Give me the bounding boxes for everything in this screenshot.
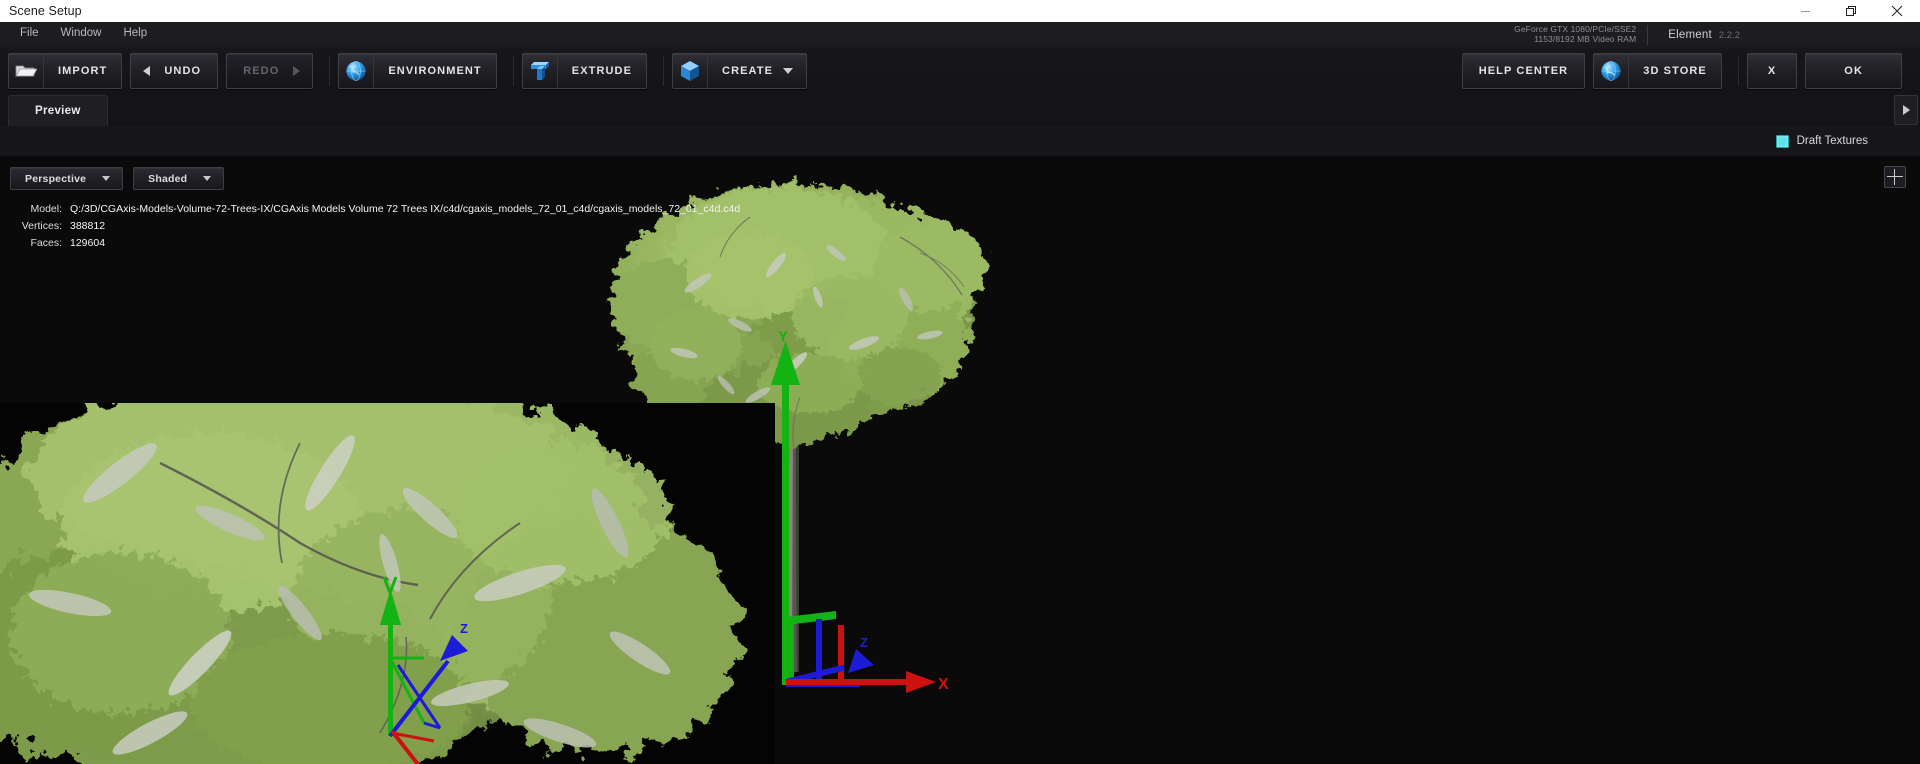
- shading-dropdown[interactable]: Shaded: [133, 167, 225, 190]
- create-label: CREATE: [722, 65, 774, 77]
- ok-label: OK: [1844, 65, 1863, 77]
- extrude-button[interactable]: EXTRUDE: [521, 53, 648, 89]
- arrow-right-icon: [293, 66, 301, 76]
- chevron-right-icon: [1902, 105, 1910, 115]
- model-info-row-model: Model: Q:/3D/CGAxis-Models-Volume-72-Tre…: [0, 201, 740, 218]
- tab-scroll-right-button[interactable]: [1894, 95, 1918, 125]
- viewport-controls: Perspective Shaded: [10, 167, 234, 190]
- foliage-closeup-overlay: Z: [0, 403, 775, 764]
- axis-z-label: Z: [860, 635, 868, 650]
- menu-item-window[interactable]: Window: [50, 22, 113, 44]
- draft-textures-label: Draft Textures: [1796, 135, 1868, 147]
- toolbar-right-group: HELP CENTER 3D STORE X OK: [1461, 53, 1910, 89]
- shading-dropdown-value: Shaded: [148, 172, 188, 185]
- tab-strip: Preview: [0, 94, 1920, 127]
- chevron-down-icon: [102, 176, 111, 181]
- toolbar-separator-4: [1737, 56, 1739, 86]
- closeup-foliage: Z: [0, 403, 740, 764]
- restore-button[interactable]: [1828, 0, 1874, 22]
- faces-label: Faces:: [30, 237, 62, 249]
- redo-button[interactable]: REDO: [226, 53, 314, 89]
- close-button[interactable]: [1874, 0, 1920, 22]
- minimize-icon: [1800, 10, 1810, 12]
- window-title-bar: Scene Setup: [0, 0, 1920, 22]
- globe-icon: [339, 54, 375, 88]
- product-version: 2.2.2: [1718, 30, 1740, 41]
- vertices-label: Vertices:: [21, 220, 62, 232]
- import-button[interactable]: IMPORT: [8, 53, 123, 89]
- four-view-layout-icon[interactable]: [1884, 166, 1906, 188]
- menu-item-file[interactable]: File: [9, 22, 50, 44]
- toolbar-left-group: IMPORT UNDO REDO ENVIRONMENT EXTRUDE CRE…: [8, 53, 815, 89]
- help-center-button[interactable]: HELP CENTER: [1461, 53, 1586, 89]
- toolbar-separator-2: [512, 56, 514, 86]
- restore-icon: [1845, 5, 1856, 16]
- model-path-value: Q:/3D/CGAxis-Models-Volume-72-Trees-IX/C…: [70, 203, 741, 215]
- preview-viewport[interactable]: Y Z X Z Perspective Shaded Model: Q:/3D/…: [0, 157, 1920, 764]
- cancel-label: X: [1767, 65, 1777, 77]
- 3d-store-button[interactable]: 3D STORE: [1593, 53, 1722, 89]
- cube-icon: [673, 54, 709, 88]
- window-title: Scene Setup: [9, 4, 82, 18]
- tab-preview[interactable]: Preview: [8, 95, 108, 126]
- toolbar-separator-3: [663, 56, 665, 86]
- axis-y-label: Y: [778, 328, 788, 345]
- create-button[interactable]: CREATE: [672, 53, 808, 89]
- option-bar: Draft Textures: [0, 126, 1920, 157]
- product-name: Element: [1668, 29, 1712, 41]
- environment-button[interactable]: ENVIRONMENT: [338, 53, 497, 89]
- import-label: IMPORT: [58, 65, 108, 77]
- layout-icon-v-line: [1894, 169, 1895, 185]
- toolbar-separator-1: [329, 56, 331, 86]
- video-ram: 1153/8192 MB Video RAM: [1534, 34, 1637, 44]
- menu-item-help[interactable]: Help: [112, 22, 158, 44]
- product-block: Element 2.2.2: [1648, 29, 1740, 41]
- axis-gizmo[interactable]: Y Z X: [760, 327, 990, 727]
- extrude-label: EXTRUDE: [571, 65, 633, 77]
- camera-dropdown[interactable]: Perspective: [10, 167, 124, 190]
- environment-label: ENVIRONMENT: [388, 65, 482, 77]
- redo-label: REDO: [243, 65, 280, 77]
- chevron-down-icon: [203, 176, 212, 181]
- chevron-down-icon: [783, 68, 794, 74]
- undo-button[interactable]: UNDO: [130, 53, 219, 89]
- checkbox-indicator: [1775, 134, 1789, 148]
- help-center-label: HELP CENTER: [1478, 65, 1569, 77]
- gpu-info-lines: GeForce GTX 1080/PCIe/SSE2 1153/8192 MB …: [1514, 25, 1649, 45]
- model-info-row-vertices: Vertices: 388812: [0, 218, 740, 235]
- scene-setup-window: Scene Setup File Window Help GeForce GTX…: [0, 0, 1920, 764]
- faces-value: 129604: [70, 237, 106, 249]
- layout-icon-h-line: [1887, 176, 1903, 177]
- model-info-overlay: Model: Q:/3D/CGAxis-Models-Volume-72-Tre…: [0, 201, 740, 252]
- cancel-button[interactable]: X: [1746, 53, 1798, 89]
- globe-icon: [1594, 54, 1630, 88]
- close-icon: [1891, 5, 1903, 17]
- main-toolbar: IMPORT UNDO REDO ENVIRONMENT EXTRUDE CRE…: [0, 48, 1920, 95]
- ok-button[interactable]: OK: [1805, 53, 1902, 89]
- camera-dropdown-value: Perspective: [25, 172, 87, 185]
- undo-label: UNDO: [164, 65, 202, 77]
- draft-textures-checkbox[interactable]: Draft Textures: [1775, 134, 1868, 148]
- minimize-button[interactable]: [1782, 0, 1828, 22]
- gpu-status-strip: GeForce GTX 1080/PCIe/SSE2 1153/8192 MB …: [1514, 22, 1740, 48]
- 3d-store-label: 3D STORE: [1643, 65, 1707, 77]
- folder-icon: [9, 54, 44, 88]
- svg-text:Z: Z: [460, 621, 468, 636]
- vertices-value: 388812: [70, 220, 106, 232]
- extrude-t-icon: [523, 54, 558, 88]
- axis-x-label: X: [938, 676, 949, 693]
- axis-y: [771, 341, 800, 685]
- model-info-row-faces: Faces: 129604: [0, 235, 740, 252]
- model-label: Model:: [30, 203, 62, 215]
